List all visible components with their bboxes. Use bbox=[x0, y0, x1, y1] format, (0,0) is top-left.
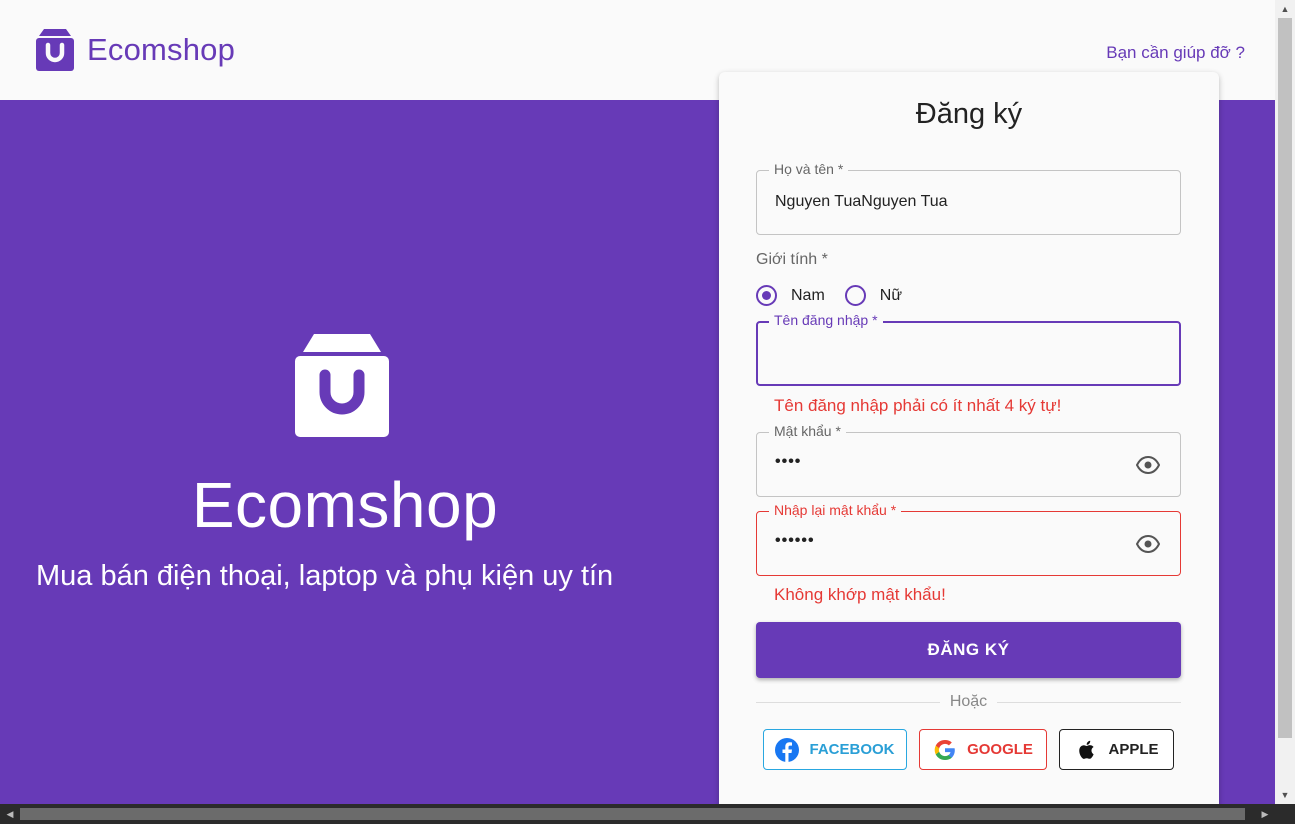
gender-radio-male[interactable]: Nam bbox=[756, 285, 825, 306]
brand-name: Ecomshop bbox=[87, 32, 236, 67]
eye-icon[interactable] bbox=[1136, 455, 1160, 475]
divider-line bbox=[756, 701, 940, 703]
confirm-password-error: Không khớp mật khẩu! bbox=[774, 585, 946, 604]
password-label: Mật khẩu * bbox=[769, 423, 846, 439]
password-field[interactable]: Mật khẩu * •••• bbox=[756, 423, 1181, 497]
page-viewport: Ecomshop Bạn cần giúp đỡ ? Ecomshop Mua … bbox=[0, 0, 1275, 804]
facebook-login-button[interactable]: FACEBOOK bbox=[763, 729, 907, 770]
google-login-button[interactable]: GOOGLE bbox=[919, 729, 1047, 770]
vertical-scroll-thumb[interactable] bbox=[1278, 18, 1292, 738]
fullname-field[interactable]: Họ và tên * Nguyen TuaNguyen Tua bbox=[756, 161, 1181, 235]
gender-radio-group: Nam Nữ bbox=[756, 285, 922, 306]
username-label: Tên đăng nhập * bbox=[769, 312, 883, 328]
hero-subtitle: Mua bán điện thoại, laptop và phụ kiện u… bbox=[36, 560, 614, 592]
form-title: Đăng ký bbox=[915, 98, 1023, 130]
gender-label: Giới tính * bbox=[756, 251, 828, 268]
username-error: Tên đăng nhập phải có ít nhất 4 ký tự! bbox=[774, 396, 1062, 415]
scroll-down-icon[interactable]: ▼ bbox=[1275, 786, 1295, 804]
eye-icon[interactable] bbox=[1136, 534, 1160, 554]
confirm-password-label: Nhập lại mật khẩu * bbox=[769, 502, 902, 518]
or-divider: Hoặc bbox=[756, 692, 1182, 712]
scrollbar-corner bbox=[1275, 804, 1295, 824]
horizontal-scroll-thumb[interactable] bbox=[20, 808, 1245, 820]
radio-unchecked-icon bbox=[844, 285, 866, 306]
scroll-up-icon[interactable]: ▲ bbox=[1275, 0, 1295, 18]
confirm-password-field[interactable]: Nhập lại mật khẩu * •••••• bbox=[756, 502, 1181, 576]
gender-male-label: Nam bbox=[791, 286, 825, 304]
google-icon bbox=[934, 739, 955, 760]
vertical-scrollbar[interactable]: ▲ ▼ bbox=[1275, 0, 1295, 804]
register-card: Đăng ký Họ và tên * Nguyen TuaNguyen Tua… bbox=[719, 72, 1219, 804]
hero-section: Ecomshop Mua bán điện thoại, laptop và p… bbox=[0, 100, 690, 804]
scroll-right-icon[interactable]: ▶ bbox=[1255, 804, 1275, 824]
fullname-label: Họ và tên * bbox=[769, 161, 849, 177]
facebook-icon bbox=[775, 737, 800, 762]
google-label: GOOGLE bbox=[967, 741, 1033, 758]
gender-female-label: Nữ bbox=[879, 286, 903, 304]
divider-line bbox=[997, 701, 1182, 703]
fullname-value: Nguyen TuaNguyen Tua bbox=[775, 193, 948, 210]
shopping-bag-icon bbox=[295, 334, 389, 437]
scroll-left-icon[interactable]: ◀ bbox=[0, 804, 20, 824]
hero-title: Ecomshop bbox=[191, 469, 499, 541]
password-value: •••• bbox=[775, 453, 802, 470]
apple-label: APPLE bbox=[1108, 741, 1159, 758]
facebook-label: FACEBOOK bbox=[809, 741, 895, 758]
apple-login-button[interactable]: APPLE bbox=[1059, 729, 1174, 770]
radio-checked-icon bbox=[756, 285, 777, 306]
horizontal-scrollbar[interactable]: ◀ ▶ bbox=[0, 804, 1295, 824]
confirm-password-value: •••••• bbox=[775, 532, 815, 549]
header-logo[interactable]: Ecomshop bbox=[35, 28, 235, 72]
register-button[interactable]: ĐĂNG KÝ bbox=[756, 622, 1181, 678]
divider-text: Hoặc bbox=[949, 693, 988, 710]
gender-radio-female[interactable]: Nữ bbox=[844, 285, 903, 306]
apple-icon bbox=[1079, 740, 1095, 759]
shopping-bag-icon bbox=[36, 29, 74, 71]
username-field[interactable]: Tên đăng nhập * bbox=[756, 312, 1181, 386]
help-link[interactable]: Bạn cần giúp đỡ ? bbox=[1106, 43, 1245, 63]
